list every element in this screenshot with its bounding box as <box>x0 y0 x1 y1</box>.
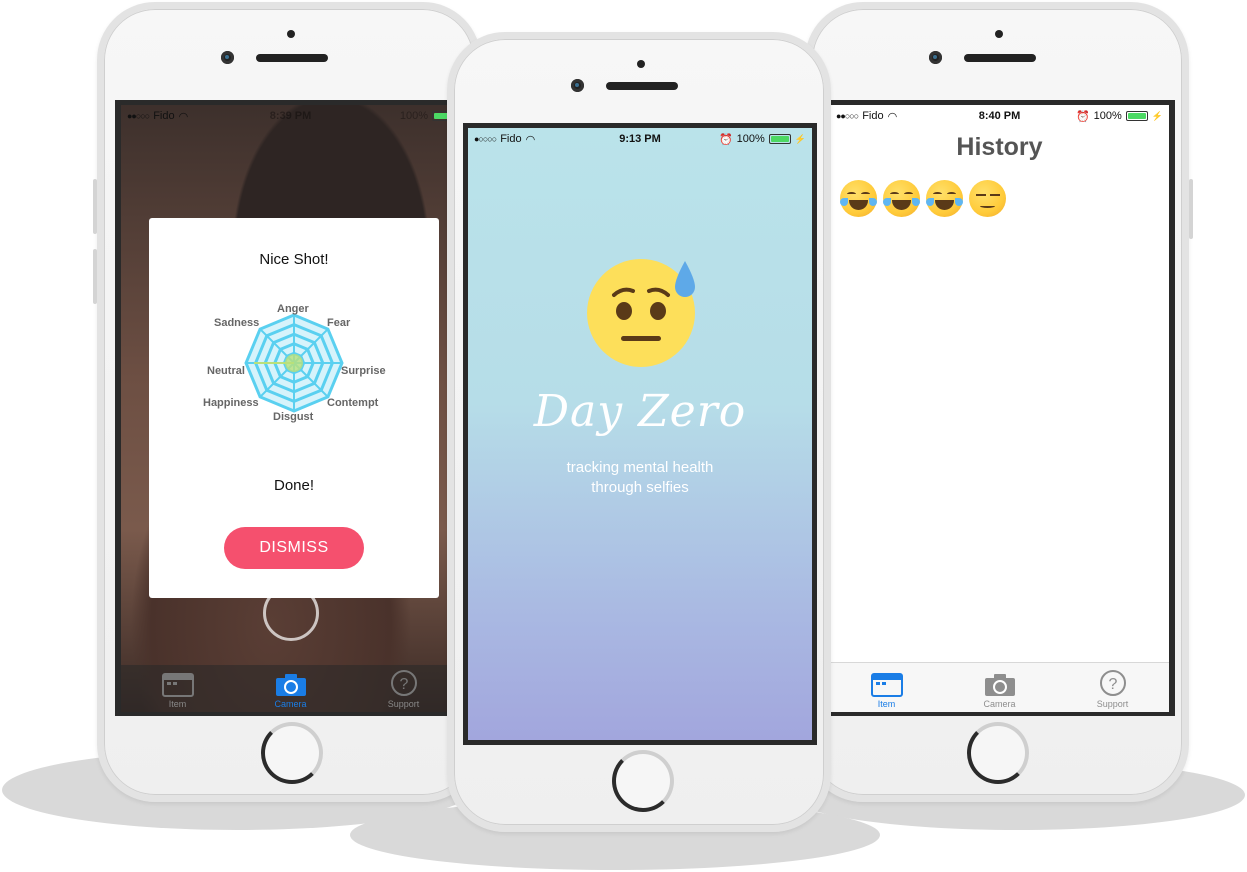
tab-label: Support <box>1096 699 1129 709</box>
home-button[interactable] <box>612 750 674 812</box>
item-icon <box>870 673 903 697</box>
tab-support[interactable]: ? Support <box>1056 663 1169 712</box>
battery-percent: 100% <box>399 110 428 122</box>
home-button[interactable] <box>261 722 323 784</box>
battery-percent: 100% <box>736 133 765 145</box>
radar-label-anger: Anger <box>277 303 309 315</box>
proximity-sensor <box>287 30 295 38</box>
tab-support[interactable]: ? Support <box>347 665 460 712</box>
tab-label: Item <box>168 699 187 709</box>
tab-label: Support <box>387 699 420 709</box>
status-bar: ●○○○○ Fido ◠ 9:13 PM ⏰ 100% ⚡ <box>468 128 812 150</box>
tears-of-joy-icon[interactable] <box>840 180 877 217</box>
signal-icon: ●●○○○ <box>836 111 859 121</box>
tab-label: Camera <box>274 699 307 709</box>
unamused-face-icon[interactable] <box>969 180 1006 217</box>
tagline-line-2: through selfies <box>591 479 689 496</box>
question-icon: ? <box>1099 670 1126 696</box>
tab-label: Camera <box>983 699 1016 709</box>
wifi-icon: ◠ <box>525 133 536 146</box>
radar-label-fear: Fear <box>327 317 351 329</box>
tears-of-joy-icon[interactable] <box>926 180 963 217</box>
signal-icon: ●●○○○ <box>127 111 150 121</box>
done-message: Done! <box>273 477 315 494</box>
battery-percent: 100% <box>1093 110 1122 122</box>
status-time: 9:13 PM <box>619 133 661 145</box>
volume-button <box>93 249 97 304</box>
carrier-label: Fido <box>862 110 884 122</box>
radar-label-neutral: Neutral <box>207 365 245 377</box>
tab-bar: Item Camera ? Support <box>121 665 460 712</box>
status-bar: ●●○○○ Fido ◠ 8:40 PM ⏰ 100% ⚡ <box>830 105 1169 127</box>
status-time: 8:40 PM <box>978 110 1021 122</box>
front-camera <box>929 51 942 64</box>
phone-history: ●●○○○ Fido ◠ 8:40 PM ⏰ 100% ⚡ History It… <box>805 2 1193 802</box>
proximity-sensor <box>995 30 1003 38</box>
earpiece-speaker <box>964 54 1036 62</box>
charging-icon: ⚡ <box>794 133 807 144</box>
tab-item[interactable]: Item <box>830 663 943 712</box>
battery-icon <box>768 134 791 144</box>
alarm-icon: ⏰ <box>1075 110 1090 123</box>
tab-bar: Item Camera ? Support <box>830 662 1169 712</box>
front-camera <box>221 51 234 64</box>
history-list <box>840 180 1006 217</box>
tab-label: Item <box>877 699 896 709</box>
tears-of-joy-icon[interactable] <box>883 180 920 217</box>
camera-icon <box>275 674 306 696</box>
volume-button <box>93 179 97 234</box>
phone-splash: ●○○○○ Fido ◠ 9:13 PM ⏰ 100% ⚡ Day Zero t… <box>447 32 831 832</box>
wifi-icon: ◠ <box>178 110 189 123</box>
camera-icon <box>984 674 1015 696</box>
proximity-sensor <box>637 60 645 68</box>
earpiece-speaker <box>256 54 328 62</box>
tagline-line-1: tracking mental health <box>566 459 714 476</box>
radar-label-disgust: Disgust <box>273 411 314 423</box>
front-camera <box>571 79 584 92</box>
dismiss-button[interactable]: DISMISS <box>224 527 364 569</box>
dialog-title: Nice Shot! <box>259 251 329 268</box>
signal-icon: ●○○○○ <box>474 134 497 144</box>
radar-label-contempt: Contempt <box>327 397 379 409</box>
radar-label-happiness: Happiness <box>203 397 259 409</box>
earpiece-speaker <box>606 82 678 90</box>
radar-label-surprise: Surprise <box>341 365 386 377</box>
radar-label-sadness: Sadness <box>214 317 260 329</box>
worried-face-logo-icon <box>587 259 695 367</box>
charging-icon: ⚡ <box>1151 110 1163 121</box>
result-dialog: Nice Shot! Anger Fear Surprise Contempt … <box>149 218 439 598</box>
status-bar: ●●○○○ Fido ◠ 8:39 PM 100% <box>121 105 460 127</box>
power-button <box>1189 179 1193 239</box>
svg-text:?: ? <box>399 676 408 693</box>
battery-icon <box>1125 111 1148 121</box>
tab-item[interactable]: Item <box>121 665 234 712</box>
tab-camera[interactable]: Camera <box>943 663 1056 712</box>
status-time: 8:39 PM <box>269 110 312 122</box>
screen: ●○○○○ Fido ◠ 9:13 PM ⏰ 100% ⚡ Day Zero t… <box>463 123 817 745</box>
carrier-label: Fido <box>153 110 175 122</box>
svg-text:?: ? <box>1108 676 1117 693</box>
page-title: History <box>956 133 1043 161</box>
question-icon: ? <box>390 670 417 696</box>
screen: ●●○○○ Fido ◠ 8:40 PM ⏰ 100% ⚡ History It… <box>830 100 1175 716</box>
carrier-label: Fido <box>500 133 522 145</box>
item-icon <box>161 673 194 697</box>
alarm-icon: ⏰ <box>718 133 733 146</box>
wifi-icon: ◠ <box>887 110 898 123</box>
home-button[interactable] <box>967 722 1029 784</box>
app-brand: Day Zero <box>533 386 747 437</box>
phone-camera: ●●○○○ Fido ◠ 8:39 PM 100% Nice Shot! Ang… <box>93 2 481 802</box>
screen: ●●○○○ Fido ◠ 8:39 PM 100% Nice Shot! Ang… <box>115 100 460 716</box>
tab-camera[interactable]: Camera <box>234 665 347 712</box>
